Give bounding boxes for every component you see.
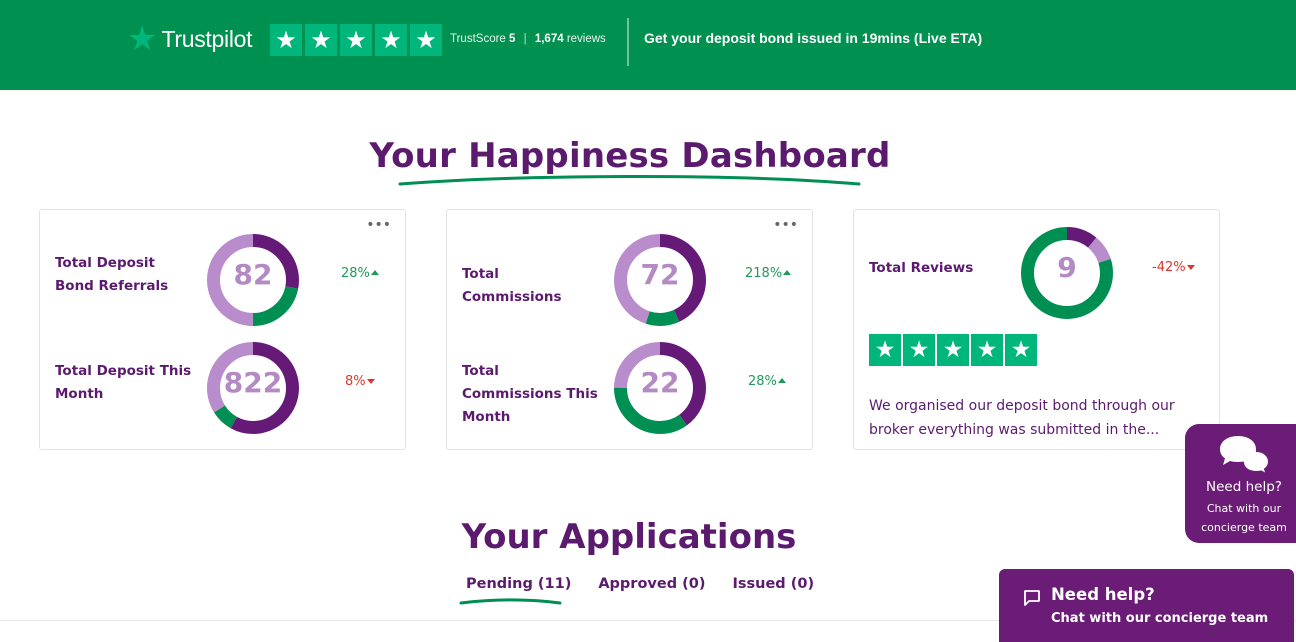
arrow-up-icon [783, 270, 792, 275]
help-bar-title: Need help? [1051, 585, 1155, 604]
trustscore-separator: | [523, 33, 527, 45]
banner-divider [627, 18, 629, 66]
help-side-title: Need help? [1206, 479, 1282, 495]
change-value: 28% [748, 374, 777, 389]
more-options-icon[interactable]: ••• [773, 218, 798, 232]
star-icon: ★ [937, 334, 969, 366]
commissions-card: ••• Total Commissions 72 218% Total Comm… [446, 209, 813, 450]
arrow-up-icon [777, 378, 786, 383]
arrow-down-icon [1186, 265, 1195, 270]
star-icon: ★ [971, 334, 1003, 366]
chat-icon [1024, 590, 1040, 606]
metric-label: Total Deposit Bond Referrals [55, 255, 169, 294]
review-rating-stars: ★ ★ ★ ★ ★ [869, 334, 1037, 366]
change-value: -42% [1152, 260, 1186, 275]
title-underline [398, 174, 861, 186]
referrals-card: ••• Total Deposit Bond Referrals 82 28% … [39, 209, 406, 450]
star-icon: ★ [869, 334, 901, 366]
tab-issued[interactable]: Issued (0) [732, 576, 814, 592]
metric-value: 22 [640, 366, 680, 399]
star-icon: ★ [903, 334, 935, 366]
star-icon: ★ [270, 24, 302, 56]
star-icon: ★ [410, 24, 442, 56]
metric-value: 82 [233, 258, 273, 291]
metric-label: Total Reviews [869, 260, 974, 276]
reviews-card: Total Reviews 9 -42% ★ ★ ★ ★ ★ We organi… [853, 209, 1220, 450]
metric-value: 822 [223, 366, 283, 399]
application-tabs: Pending (11) Approved (0) Issued (0) [466, 576, 814, 592]
arrow-down-icon [366, 379, 375, 384]
tab-pending[interactable]: Pending (11) [466, 576, 571, 592]
trustscore-value: 5 [509, 33, 516, 45]
metric-value: 9 [1057, 251, 1077, 284]
more-options-icon[interactable]: ••• [366, 218, 391, 232]
tab-approved[interactable]: Approved (0) [598, 576, 705, 592]
trustpilot-rating-stars: ★ ★ ★ ★ ★ [270, 24, 442, 56]
metric-label: Total Commissions [462, 266, 562, 305]
reviews-count: 1,674 [534, 33, 564, 45]
applications-title: Your Applications [461, 517, 797, 557]
live-eta-message: Get your deposit bond issued in 19mins (… [644, 30, 983, 46]
trustscore-summary[interactable]: TrustScore 5 | 1,674 reviews [450, 33, 606, 45]
star-icon: ★ [375, 24, 407, 56]
change-value: 28% [341, 266, 370, 281]
trustpilot-logo[interactable]: ★ Trustpilot [127, 19, 253, 59]
metric-change: 8% [345, 374, 375, 389]
help-side-subtitle-line: Chat with our [1206, 502, 1282, 515]
help-side-widget[interactable]: Need help? Chat with our concierge team [1185, 424, 1296, 543]
metric-change: 28% [748, 374, 786, 389]
metric-change: -42% [1152, 260, 1195, 275]
change-value: 218% [745, 266, 783, 281]
review-excerpt[interactable]: We organised our deposit bond through ou… [869, 394, 1189, 442]
star-icon: ★ [340, 24, 372, 56]
trustscore-label: TrustScore [450, 33, 506, 45]
active-tab-underline [459, 598, 562, 605]
chat-bubbles-icon [1220, 436, 1271, 476]
change-value: 8% [345, 374, 366, 389]
star-icon: ★ [305, 24, 337, 56]
metric-change: 218% [745, 266, 792, 281]
dashboard-title: Your Happiness Dashboard [369, 136, 891, 176]
trustpilot-wordmark: Trustpilot [161, 25, 253, 52]
metric-value: 72 [640, 258, 680, 291]
metric-label: Total Commissions This Month [462, 363, 598, 425]
trustpilot-star-icon: ★ [127, 19, 158, 59]
metric-change: 28% [341, 266, 379, 281]
star-icon: ★ [1005, 334, 1037, 366]
trust-banner: ★ Trustpilot ★ ★ ★ ★ ★ TrustScore 5 | 1,… [0, 0, 1296, 90]
help-bar-subtitle: Chat with our concierge team [1051, 611, 1269, 626]
arrow-up-icon [370, 270, 379, 275]
help-chat-bar[interactable]: Need help? Chat with our concierge team [999, 569, 1294, 642]
metric-label: Total Deposit This Month [55, 363, 192, 402]
reviews-label: reviews [566, 33, 606, 45]
help-side-subtitle: Chat with our concierge team [1185, 499, 1296, 537]
help-side-subtitle-line: concierge team [1201, 521, 1287, 534]
